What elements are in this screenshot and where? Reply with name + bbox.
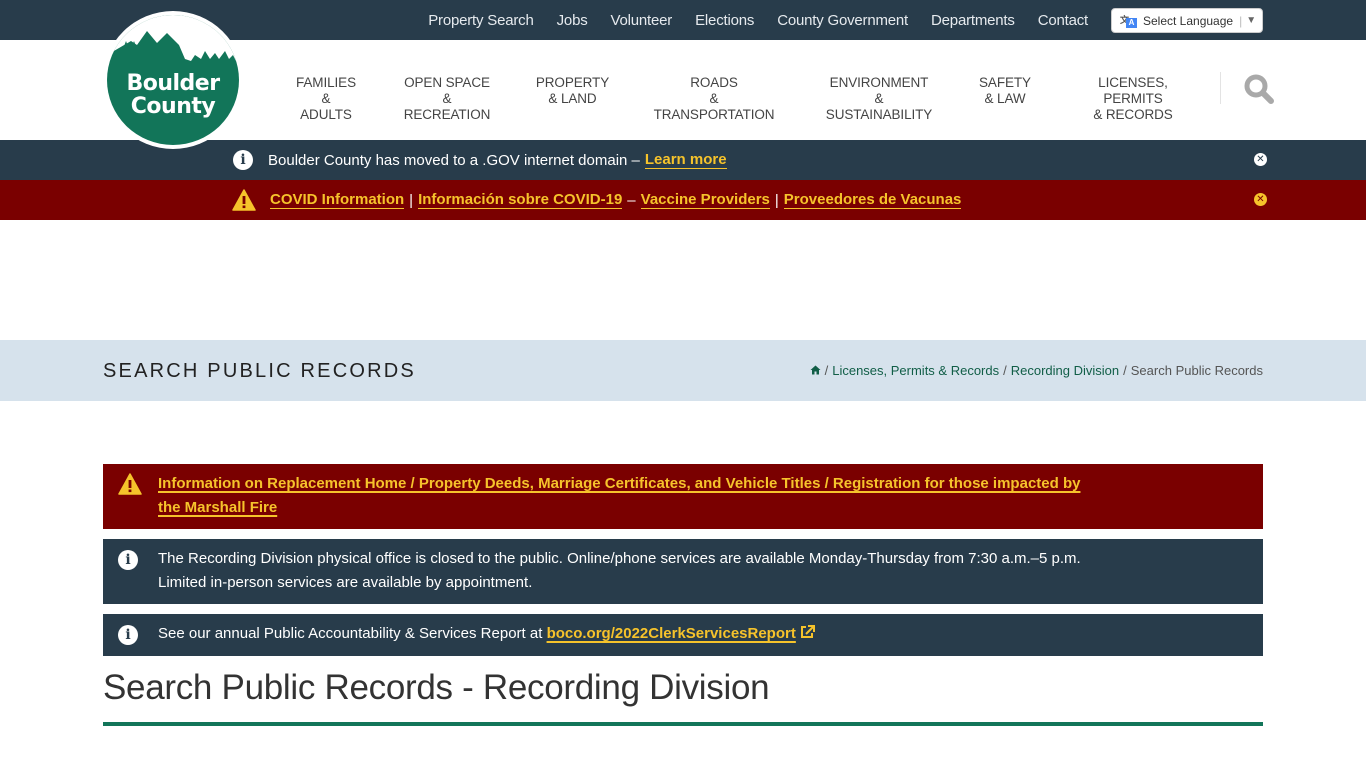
home-icon [810, 365, 821, 375]
nav-item-roads-transportation[interactable]: ROADS & TRANSPORTATION [648, 75, 780, 123]
nav-item-open-space-recreation[interactable]: OPEN SPACE & RECREATION [398, 75, 496, 123]
separator: – [627, 191, 636, 209]
utility-link-departments[interactable]: Departments [931, 12, 1015, 29]
nav-item-environment-sustainability[interactable]: ENVIRONMENT & SUSTAINABILITY [820, 75, 938, 123]
utility-link-elections[interactable]: Elections [695, 12, 754, 29]
breadcrumb-separator: / [1003, 363, 1007, 378]
nav-item-property-land[interactable]: PROPERTY & LAND [535, 75, 610, 107]
page-title: SEARCH PUBLIC RECORDS [103, 360, 416, 382]
nav-item-line-2: & RECREATION [403, 91, 491, 122]
heading-underline [103, 722, 1263, 726]
google-translate-icon: 文A [1120, 13, 1137, 28]
info-icon: i [233, 150, 253, 170]
covid-alert: COVID Information | Información sobre CO… [0, 180, 1366, 220]
breadcrumb: / Licenses, Permits & Records / Recordin… [810, 363, 1263, 378]
marshall-fire-notice: Information on Replacement Home / Proper… [103, 464, 1263, 529]
nav-item-line-2: & RECORDS [1093, 107, 1173, 122]
covid-spanish-link[interactable]: Información sobre COVID-19 [418, 191, 623, 209]
external-link-icon[interactable] [800, 625, 815, 639]
utility-link-property-search[interactable]: Property Search [428, 12, 534, 29]
utility-nav: Property Search Jobs Volunteer Elections… [405, 0, 1088, 40]
breadcrumb-home[interactable] [810, 363, 821, 378]
utility-link-volunteer[interactable]: Volunteer [611, 12, 673, 29]
close-covid-alert-button[interactable]: ✕ [1254, 193, 1267, 206]
info-icon: i [118, 625, 138, 645]
separator: | [409, 191, 414, 209]
vaccine-providers-link[interactable]: Vaccine Providers [640, 191, 770, 209]
nav-item-line-1: ENVIRONMENT [829, 75, 929, 90]
warning-icon [118, 473, 142, 495]
marshall-fire-link[interactable]: Information on Replacement Home / Proper… [158, 475, 1080, 516]
search-button[interactable] [1243, 73, 1275, 105]
language-select[interactable]: 文A Select Language | ▼ [1111, 8, 1263, 33]
caret-down-icon: ▼ [1246, 15, 1257, 26]
breadcrumb-separator: / [1123, 363, 1127, 378]
breadcrumb-recording-division[interactable]: Recording Division [1011, 363, 1119, 378]
nav-item-line-2: & LAW [984, 91, 1026, 106]
utility-link-contact[interactable]: Contact [1038, 12, 1088, 29]
learn-more-link[interactable]: Learn more [644, 151, 727, 169]
vaccine-providers-spanish-link[interactable]: Proveedores de Vacunas [783, 191, 962, 209]
info-icon: i [118, 550, 138, 570]
nav-item-families-adults[interactable]: FAMILIES & ADULTS [295, 75, 357, 123]
services-report-link[interactable]: boco.org/2022ClerkServicesReport [547, 625, 796, 642]
nav-item-line-2: & SUSTAINABILITY [825, 91, 933, 122]
nav-item-safety-law[interactable]: SAFETY & LAW [978, 75, 1032, 107]
nav-item-line-2: & LAND [548, 91, 597, 106]
page-heading: Search Public Records - Recording Divisi… [103, 668, 770, 707]
office-closed-notice: i The Recording Division physical office… [103, 539, 1263, 604]
gov-domain-alert: i Boulder County has moved to a .GOV int… [0, 140, 1366, 180]
nav-item-line-1: LICENSES, PERMITS [1098, 75, 1168, 106]
logo-text: Boulder County [107, 72, 239, 118]
warning-icon [232, 189, 256, 211]
nav-divider [1220, 72, 1221, 104]
breadcrumb-current: Search Public Records [1130, 363, 1263, 378]
nav-item-licenses-permits-records[interactable]: LICENSES, PERMITS & RECORDS [1070, 75, 1196, 123]
nav-item-line-1: FAMILIES [296, 75, 356, 90]
page-title-band: SEARCH PUBLIC RECORDS / Licenses, Permit… [0, 340, 1366, 401]
nav-item-line-1: ROADS [690, 75, 738, 90]
breadcrumb-licenses-permits-records[interactable]: Licenses, Permits & Records [832, 363, 999, 378]
close-gov-alert-button[interactable]: ✕ [1254, 153, 1267, 166]
language-select-divider: | [1239, 13, 1243, 28]
nav-item-line-2: & TRANSPORTATION [653, 91, 775, 122]
logo-line-1: Boulder [126, 71, 220, 96]
utility-link-county-government[interactable]: County Government [777, 12, 908, 29]
services-report-notice: i See our annual Public Accountability &… [103, 614, 1263, 656]
office-closed-text: The Recording Division physical office i… [158, 550, 1081, 591]
utility-link-jobs[interactable]: Jobs [557, 12, 588, 29]
separator: | [774, 191, 779, 209]
nav-item-line-2: & ADULTS [300, 91, 352, 122]
nav-item-line-1: SAFETY [979, 75, 1031, 90]
logo-line-2: County [130, 94, 216, 119]
language-select-label: Select Language [1143, 13, 1234, 28]
gov-alert-text: Boulder County has moved to a .GOV inter… [268, 151, 640, 169]
search-icon [1244, 74, 1274, 104]
services-report-text: See our annual Public Accountability & S… [158, 625, 547, 642]
breadcrumb-separator: / [824, 363, 829, 378]
boulder-county-logo[interactable]: Boulder County [103, 11, 243, 149]
logo-emblem: Boulder County [107, 15, 239, 145]
nav-item-line-1: OPEN SPACE [404, 75, 490, 90]
nav-item-line-1: PROPERTY [535, 75, 610, 90]
covid-information-link[interactable]: COVID Information [270, 191, 405, 209]
